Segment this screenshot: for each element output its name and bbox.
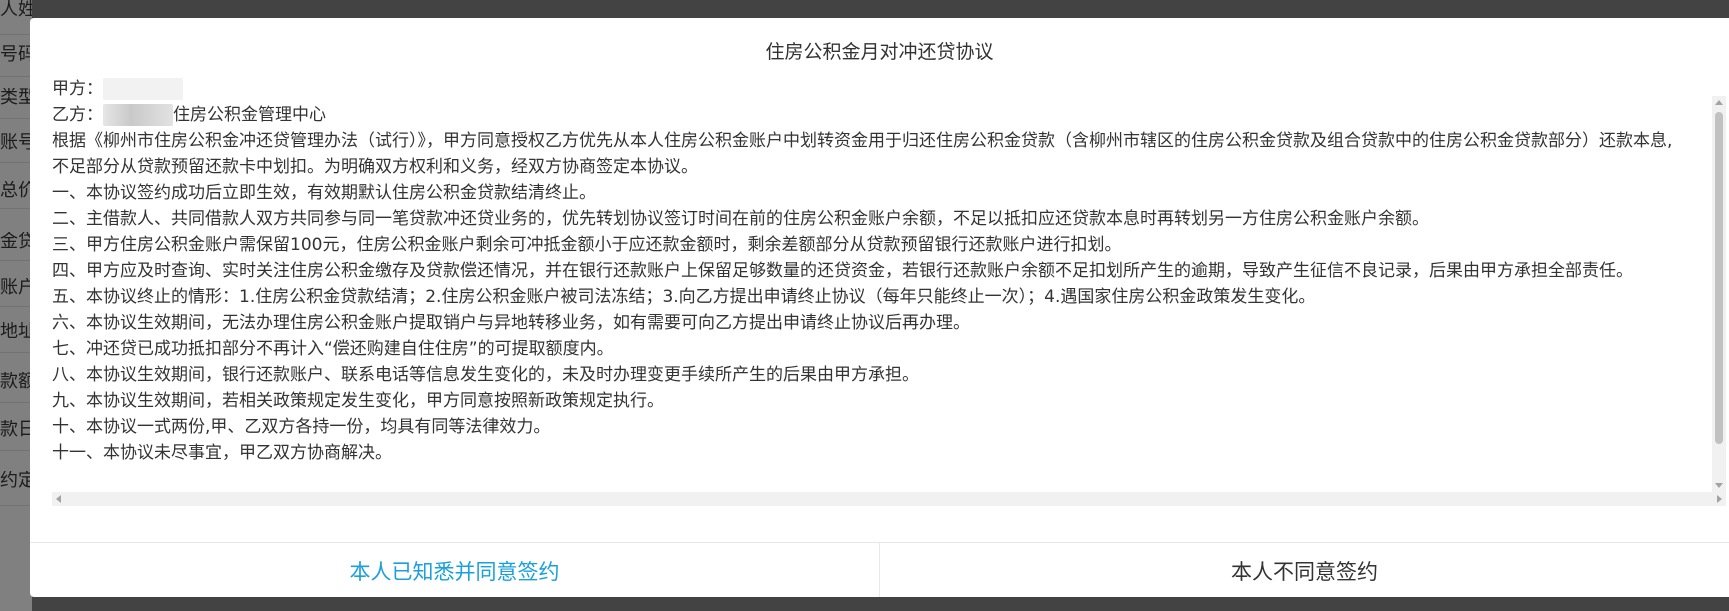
disagree-sign-button[interactable]: 本人不同意签约 <box>880 543 1729 597</box>
party-b-line: 乙方： 住房公积金管理中心 <box>52 102 1712 128</box>
clause-1: 一、本协议签约成功后立即生效，有效期默认住房公积金贷款结清终止。 <box>52 183 596 203</box>
party-b-label: 乙方： <box>52 105 103 125</box>
clause-4: 四、甲方应及时查询、实时关注住房公积金缴存及贷款偿还情况，并在银行还款账户上保留… <box>52 261 1633 281</box>
party-b-suffix: 住房公积金管理中心 <box>173 105 326 125</box>
dialog-footer: 本人已知悉并同意签约 本人不同意签约 <box>30 542 1729 597</box>
scroll-right-arrow-icon[interactable] <box>1717 495 1722 503</box>
agreement-scroll-area[interactable]: 甲方： 乙方： 住房公积金管理中心 根据《柳州市住房公积金冲还贷管理办法（试行）》… <box>52 76 1726 510</box>
clause-11: 十一、本协议未尽事宜，甲乙双方协商解决。 <box>52 443 392 463</box>
clause-9: 九、本协议生效期间，若相关政策规定发生变化，甲方同意按照新政策规定执行。 <box>52 391 664 411</box>
clause-5: 五、本协议终止的情形：1.住房公积金贷款结清；2.住房公积金账户被司法冻结；3.… <box>52 287 1316 307</box>
clause-7: 七、冲还贷已成功抵扣部分不再计入“偿还购建自住住房”的可提取额度内。 <box>52 339 614 359</box>
party-a-label: 甲方： <box>52 79 103 99</box>
vertical-scroll-thumb[interactable] <box>1715 112 1723 444</box>
clause-3: 三、甲方住房公积金账户需保留100元，住房公积金账户剩余可冲抵金额小于应还款金额… <box>52 235 1122 255</box>
scroll-down-arrow-icon[interactable] <box>1715 483 1723 488</box>
clause-8: 八、本协议生效期间，银行还款账户、联系电话等信息发生变化的，未及时办理变更手续所… <box>52 365 919 385</box>
redacted-city <box>103 104 173 126</box>
agree-sign-button[interactable]: 本人已知悉并同意签约 <box>30 543 880 597</box>
vertical-scrollbar[interactable] <box>1712 96 1726 492</box>
redacted-name <box>103 78 183 100</box>
dialog-title: 住房公积金月对冲还贷协议 <box>765 41 994 63</box>
party-a-line: 甲方： <box>52 76 1712 102</box>
horizontal-scrollbar[interactable] <box>52 492 1726 506</box>
agreement-text: 甲方： 乙方： 住房公积金管理中心 根据《柳州市住房公积金冲还贷管理办法（试行）》… <box>52 76 1712 492</box>
clause-6: 六、本协议生效期间，无法办理住房公积金账户提取销户与异地转移业务，如有需要可向乙… <box>52 313 970 333</box>
clause-10: 十、本协议一式两份,甲、乙双方各持一份，均具有同等法律效力。 <box>52 417 551 437</box>
scroll-up-arrow-icon[interactable] <box>1715 100 1723 105</box>
scroll-left-arrow-icon[interactable] <box>56 495 61 503</box>
agreement-preamble: 根据《柳州市住房公积金冲还贷管理办法（试行）》，甲方同意授权乙方优先从本人住房公… <box>52 131 1673 177</box>
clause-2: 二、主借款人、共同借款人双方共同参与同一笔贷款冲还贷业务的，优先转划协议签订时间… <box>52 209 1429 229</box>
agreement-dialog: 住房公积金月对冲还贷协议 甲方： 乙方： 住房公积金管理中心 根据《柳州市住房公积… <box>30 18 1729 597</box>
